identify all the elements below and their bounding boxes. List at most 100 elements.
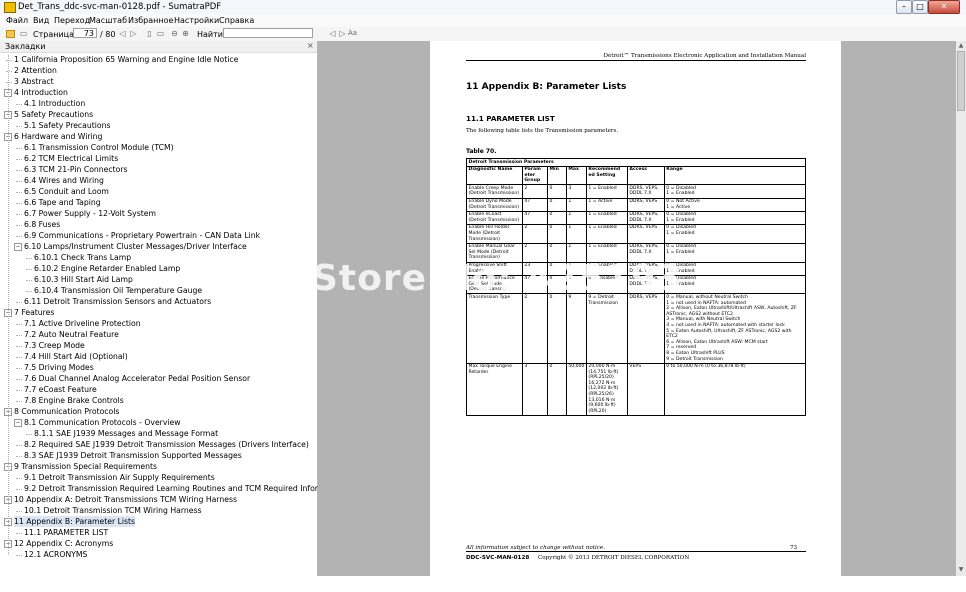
bookmark-item[interactable]: 5 Safety Precautions — [14, 109, 93, 120]
page-total: / 80 — [100, 30, 116, 39]
bookmark-item[interactable]: 6.10.1 Check Trans Lamp — [34, 252, 131, 263]
bookmark-item[interactable]: 7.1 Active Driveline Protection — [24, 318, 141, 329]
tree-connector — [16, 324, 22, 325]
fit-width-icon[interactable]: ▭ — [156, 29, 165, 38]
bookmark-item[interactable]: 1 California Proposition 65 Warning and … — [14, 54, 238, 65]
bookmark-item[interactable]: 6.9 Communications - Proprietary Powertr… — [24, 230, 260, 241]
table-cell: 0 = Manual, without Neutral Switch 1 = n… — [663, 293, 807, 364]
bookmark-item[interactable]: 2 Attention — [14, 65, 57, 76]
scroll-down-icon[interactable]: ▼ — [957, 566, 965, 574]
bookmark-item[interactable]: 8 Communication Protocols — [14, 406, 119, 417]
bookmark-item[interactable]: 7.7 eCoast Feature — [24, 384, 97, 395]
bookmark-item[interactable]: 7.6 Dual Channel Analog Accelerator Peda… — [24, 373, 250, 384]
find-prev-icon[interactable]: ◁ — [328, 29, 337, 38]
tree-connector — [16, 236, 22, 237]
prev-page-icon[interactable]: ◁ — [118, 29, 127, 38]
collapse-toggle-icon[interactable]: − — [14, 419, 22, 427]
minimize-button[interactable]: – — [896, 0, 912, 14]
close-button[interactable]: ✕ — [928, 0, 960, 14]
bookmark-item[interactable]: 9.2 Detroit Transmission Required Learni… — [24, 483, 345, 494]
bookmark-item[interactable]: 6.2 TCM Electrical Limits — [24, 153, 118, 164]
close-sidebar-icon[interactable]: × — [307, 41, 314, 50]
menu-bar: Файл Вид Переход Масштаб Избранное Настр… — [0, 14, 966, 27]
menu-zoom[interactable]: Масштаб — [89, 16, 127, 25]
bookmark-item[interactable]: 6.10.3 Hill Start Aid Lamp — [34, 274, 133, 285]
maximize-button[interactable]: □ — [912, 0, 928, 14]
bookmark-item[interactable]: 11.1 PARAMETER LIST — [24, 527, 108, 538]
bookmark-item[interactable]: 4 Introduction — [14, 87, 68, 98]
bookmark-item[interactable]: 7.5 Driving Modes — [24, 362, 94, 373]
running-header: Detroit™ Transmissions Electronic Applic… — [466, 53, 806, 61]
column-header: Range — [663, 165, 807, 186]
find-input[interactable] — [223, 28, 313, 38]
match-case-icon[interactable]: Aa — [348, 29, 357, 38]
menu-help[interactable]: Справка — [219, 16, 254, 25]
tree-connector — [16, 390, 22, 391]
bookmark-item[interactable]: 7.4 Hill Start Aid (Optional) — [24, 351, 128, 362]
bookmark-item[interactable]: 7.3 Creep Mode — [24, 340, 85, 351]
bookmark-item[interactable]: 12.1 ACRONYMS — [24, 549, 87, 560]
bookmark-item[interactable]: 7 Features — [14, 307, 54, 318]
collapse-toggle-icon[interactable]: − — [14, 243, 22, 251]
tree-connector — [26, 291, 32, 292]
table-cell: VEPS — [626, 362, 665, 416]
bookmark-item[interactable]: 6 Hardware and Wiring — [14, 131, 102, 142]
scroll-up-icon[interactable]: ▲ — [957, 42, 965, 50]
bookmark-item[interactable]: 6.6 Tape and Taping — [24, 197, 101, 208]
bookmark-item[interactable]: 6.10.4 Transmission Oil Temperature Gaug… — [34, 285, 202, 296]
bookmark-item[interactable]: 6.5 Conduit and Loom — [24, 186, 109, 197]
bookmark-item[interactable]: 11 Appendix B: Parameter Lists — [14, 516, 136, 527]
menu-favorites[interactable]: Избранное — [128, 16, 173, 25]
bookmark-item[interactable]: 6.11 Detroit Transmission Sensors and Ac… — [24, 296, 211, 307]
table-cell: 2 — [521, 293, 548, 364]
bookmark-item[interactable]: 5.1 Safety Precautions — [24, 120, 110, 131]
tree-connector — [16, 126, 22, 127]
open-folder-icon[interactable] — [6, 30, 15, 38]
bookmark-item[interactable]: 10 Appendix A: Detroit Transmissions TCM… — [14, 494, 237, 505]
page-number-input[interactable]: 73 — [73, 28, 97, 38]
table-row: Enable Creep Mode (Detroit Transmission)… — [466, 184, 807, 199]
bookmark-item[interactable]: 6.3 TCM 21-Pin Connectors — [24, 164, 128, 175]
zoom-in-icon[interactable]: ⊕ — [181, 29, 190, 38]
table-header-row: Diagnostic Name Param eter Group Min Max Rec… — [466, 165, 807, 186]
bookmark-item[interactable]: 6.10 Lamps/Instrument Cluster Messages/D… — [24, 241, 247, 252]
bookmark-item[interactable]: 4.1 Introduction — [24, 98, 85, 109]
table-cell: DDRS, VEPS — [626, 293, 665, 364]
tree-connector — [16, 555, 22, 556]
menu-go[interactable]: Переход — [54, 16, 90, 25]
sumatra-app-icon — [4, 2, 16, 13]
bookmark-item[interactable]: 8.1 Communication Protocols - Overview — [24, 417, 181, 428]
print-icon[interactable]: ▭ — [19, 29, 28, 38]
next-page-icon[interactable]: ▷ — [129, 29, 138, 38]
bookmark-item[interactable]: 6.10.2 Engine Retarder Enabled Lamp — [34, 263, 180, 274]
tree-connector — [16, 401, 22, 402]
bookmark-item[interactable]: 7.8 Engine Brake Controls — [24, 395, 124, 406]
bookmark-item[interactable]: 8.3 SAE J1939 Detroit Transmission Suppo… — [24, 450, 242, 461]
bookmark-item[interactable]: 12 Appendix C: Acronyms — [14, 538, 113, 549]
tree-connector — [16, 335, 22, 336]
column-header: Param eter Group — [521, 165, 548, 186]
bookmark-item[interactable]: 7.2 Auto Neutral Feature — [24, 329, 119, 340]
bookmark-item[interactable]: 10.1 Detroit Transmission TCM Wiring Har… — [24, 505, 202, 516]
table-caption: Table 70. — [466, 148, 497, 155]
bottom-area — [0, 576, 966, 592]
bookmark-item[interactable]: 9.1 Detroit Transmission Air Supply Requ… — [24, 472, 215, 483]
fit-page-icon[interactable]: ▯ — [145, 29, 154, 38]
bookmark-item[interactable]: 9 Transmission Special Requirements — [14, 461, 157, 472]
bookmark-item[interactable]: 6.7 Power Supply - 12-Volt System — [24, 208, 156, 219]
bookmark-item[interactable]: 3 Abstract — [14, 76, 54, 87]
vertical-scrollbar[interactable]: ▲ ▼ — [956, 41, 966, 576]
bookmark-item[interactable]: 6.8 Fuses — [24, 219, 60, 230]
table-cell: DDRS, VEPS — [626, 223, 665, 244]
scrollbar-thumb[interactable] — [957, 51, 965, 111]
menu-file[interactable]: Файл — [6, 16, 28, 25]
tree-connector — [16, 302, 22, 303]
zoom-out-icon[interactable]: ⊖ — [170, 29, 179, 38]
bookmark-item[interactable]: 6.4 Wires and Wiring — [24, 175, 104, 186]
menu-settings[interactable]: Настройки — [174, 16, 219, 25]
bookmark-item[interactable]: 6.1 Transmission Control Module (TCM) — [24, 142, 174, 153]
menu-view[interactable]: Вид — [33, 16, 49, 25]
bookmark-item[interactable]: 8.1.1 SAE J1939 Messages and Message For… — [34, 428, 218, 439]
bookmark-item[interactable]: 8.2 Required SAE J1939 Detroit Transmiss… — [24, 439, 309, 450]
find-next-icon[interactable]: ▷ — [338, 29, 347, 38]
